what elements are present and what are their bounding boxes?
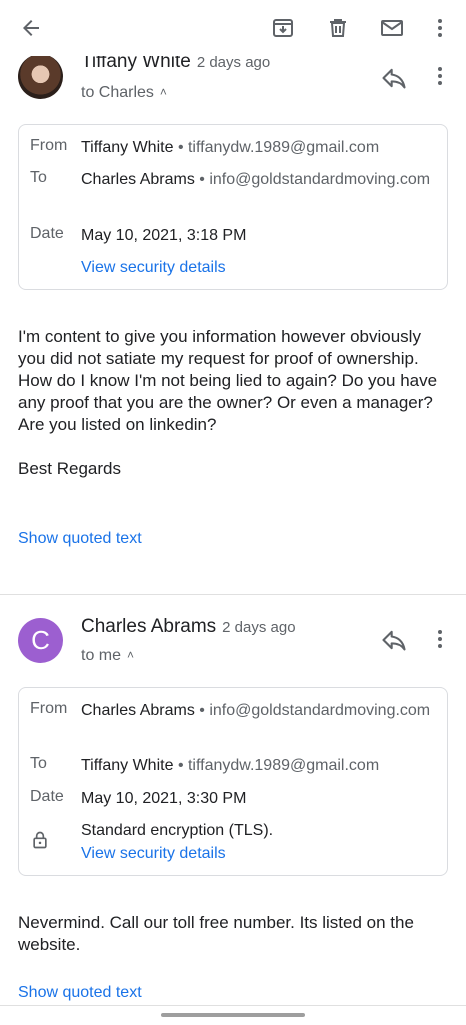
show-quoted-text-link[interactable]: Show quoted text (18, 530, 142, 548)
chevron-up-icon: ˄ (159, 85, 167, 99)
top-toolbar (0, 0, 466, 56)
to-name: Charles Abrams (81, 171, 195, 188)
message-date: May 10, 2021, 3:30 PM (81, 790, 247, 807)
from-name: Tiffany White (81, 139, 174, 156)
from-name: Charles Abrams (81, 702, 195, 719)
message-body: I'm content to give you information howe… (18, 327, 438, 478)
sender-name: Tiffany White 2 days ago (81, 56, 271, 72)
sender-name: Charles Abrams 2 days ago (81, 616, 296, 637)
to-email[interactable]: tiffanydw.1989@gmail.com (188, 757, 379, 774)
from-email[interactable]: tiffanydw.1989@gmail.com (188, 139, 379, 156)
view-security-details-link[interactable]: View security details (81, 257, 441, 279)
home-handle[interactable] (161, 1013, 305, 1017)
avatar[interactable]: C (18, 618, 63, 663)
lock-icon (30, 830, 50, 855)
message-more-icon[interactable] (428, 62, 452, 90)
show-quoted-text-link[interactable]: Show quoted text (18, 984, 142, 1002)
message-more-icon[interactable] (428, 625, 452, 653)
gesture-navigation-bar (0, 1005, 466, 1025)
arrow-back-icon[interactable] (17, 14, 45, 42)
to-email[interactable]: info@goldstandardmoving.com (209, 171, 430, 188)
encryption-status: Standard encryption (TLS). (81, 822, 274, 839)
message-time: 2 days ago (222, 619, 296, 636)
message-time: 2 days ago (196, 56, 271, 71)
message-body: Nevermind. Call our toll free number. It… (18, 913, 414, 954)
mark-unread-icon[interactable] (378, 14, 406, 42)
reply-button[interactable] (380, 64, 408, 92)
message-date: May 10, 2021, 3:18 PM (81, 227, 247, 244)
view-security-details-link[interactable]: View security details (81, 843, 441, 865)
recipient-toggle[interactable]: to Charles ˄ (81, 84, 167, 102)
more-vert-icon[interactable] (426, 14, 454, 42)
conversation: Tiffany White 2 days ago to Charles ˄ From… (0, 56, 466, 1024)
divider (0, 594, 466, 595)
details-card: From Tiffany White • tiffanydw.1989@gmai… (18, 124, 448, 290)
trash-icon[interactable] (324, 14, 352, 42)
recipient-toggle[interactable]: to me ˄ (81, 647, 134, 665)
from-email[interactable]: info@goldstandardmoving.com (209, 702, 430, 719)
archive-icon[interactable] (269, 14, 297, 42)
details-card: From Charles Abrams • info@goldstandardm… (18, 687, 448, 876)
chevron-up-icon: ˄ (127, 648, 135, 662)
to-name: Tiffany White (81, 757, 174, 774)
reply-button[interactable] (380, 626, 408, 654)
avatar[interactable] (18, 56, 63, 99)
